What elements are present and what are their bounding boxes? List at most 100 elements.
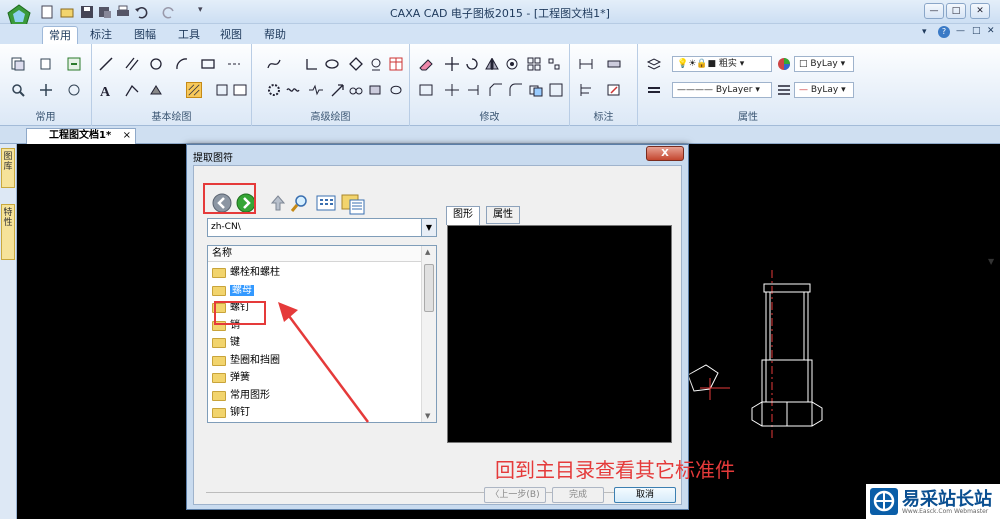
angle-icon[interactable] xyxy=(304,56,320,72)
side-tab-library[interactable]: 图库 xyxy=(1,148,15,188)
help-icon[interactable]: ? xyxy=(938,26,950,38)
hole-icon[interactable] xyxy=(368,56,384,72)
list-item[interactable]: 弹簧 xyxy=(212,369,250,386)
search-icon[interactable] xyxy=(290,193,310,213)
arrow-icon[interactable] xyxy=(330,82,346,98)
zoom-icon[interactable] xyxy=(10,82,26,98)
pan-icon[interactable] xyxy=(38,82,54,98)
stretch-icon[interactable] xyxy=(528,82,544,98)
lineweight-icon[interactable] xyxy=(776,82,792,98)
finish-button[interactable]: 完成 xyxy=(552,487,604,503)
document-tab-close-icon[interactable]: × xyxy=(123,129,131,143)
tab-common[interactable]: 常用 xyxy=(42,26,78,44)
style-dropdown-icon[interactable]: ▾ xyxy=(922,27,927,37)
tab-graphic[interactable]: 图形 xyxy=(446,206,480,225)
polyline-icon[interactable] xyxy=(124,82,140,98)
color-dropdown[interactable]: □ ByLay ▾ xyxy=(794,56,854,72)
tab-annotate[interactable]: 标注 xyxy=(84,26,118,44)
list-column-header-name[interactable]: 名称 xyxy=(208,246,422,262)
polygon-icon[interactable] xyxy=(348,56,364,72)
extend-icon[interactable] xyxy=(466,82,482,98)
lineweight-dropdown[interactable]: — ByLay ▾ xyxy=(794,82,854,98)
text-icon[interactable]: A xyxy=(98,82,114,98)
fill-icon[interactable] xyxy=(148,82,164,98)
dimension-icon[interactable] xyxy=(578,56,594,72)
ellipse-icon[interactable] xyxy=(324,56,340,72)
mdi-restore-button[interactable]: □ xyxy=(972,26,981,36)
minimize-button[interactable]: — xyxy=(924,3,944,19)
color-wheel-icon[interactable] xyxy=(776,56,792,72)
list-item[interactable]: 铆钉 xyxy=(212,404,250,421)
view-mode-icon[interactable] xyxy=(316,193,336,213)
blob-icon[interactable] xyxy=(388,82,404,98)
dialog-close-button[interactable]: X xyxy=(646,146,684,161)
chevron-down-icon[interactable]: ▼ xyxy=(421,219,436,236)
wave-icon[interactable] xyxy=(286,82,302,98)
rotate-icon[interactable] xyxy=(464,56,480,72)
list-item[interactable]: 螺栓和螺柱 xyxy=(212,264,280,281)
image-icon[interactable] xyxy=(232,82,248,98)
block-icon[interactable] xyxy=(214,82,230,98)
line-icon[interactable] xyxy=(98,56,114,72)
copy-icon[interactable] xyxy=(38,56,54,72)
mdi-close-button[interactable]: ✕ xyxy=(987,26,995,36)
list-item[interactable]: 螺母 xyxy=(212,282,254,299)
gear-icon[interactable] xyxy=(266,82,282,98)
hatch-icon[interactable] xyxy=(186,82,202,98)
list-item[interactable]: 常用图形 xyxy=(212,387,270,404)
tab-list-dropdown-icon[interactable]: ▼ xyxy=(988,257,994,266)
linewidth-value: 粗实 xyxy=(718,59,737,69)
leader-text-icon[interactable] xyxy=(606,56,622,72)
back-step-button[interactable]: 〈上一步(B) xyxy=(484,487,546,503)
centerline-icon[interactable] xyxy=(226,56,242,72)
tab-frame[interactable]: 图幅 xyxy=(128,26,162,44)
up-folder-icon[interactable] xyxy=(268,193,288,213)
tab-attributes[interactable]: 属性 xyxy=(486,206,520,224)
refresh-icon[interactable] xyxy=(66,82,82,98)
linetype-icon[interactable] xyxy=(646,82,662,98)
list-scrollbar[interactable]: ▲ ▼ xyxy=(421,246,436,422)
close-button[interactable]: ✕ xyxy=(970,3,990,19)
break-line-icon[interactable] xyxy=(308,82,324,98)
insert-object-icon[interactable] xyxy=(368,82,384,98)
scale-icon[interactable] xyxy=(504,56,520,72)
mirror-icon[interactable] xyxy=(484,56,500,72)
edit-dim-icon[interactable] xyxy=(606,82,622,98)
parallel-line-icon[interactable] xyxy=(124,56,140,72)
trim-icon[interactable] xyxy=(444,82,460,98)
rectangle-icon[interactable] xyxy=(200,56,216,72)
scroll-up-icon[interactable]: ▲ xyxy=(425,248,430,256)
erase-icon[interactable] xyxy=(418,56,434,72)
layer-dropdown[interactable]: 💡☀🔒■ 粗实 ▾ xyxy=(672,56,772,72)
layer-copy-icon[interactable] xyxy=(10,56,26,72)
tab-help[interactable]: 帮助 xyxy=(258,26,292,44)
explode-icon[interactable] xyxy=(546,56,562,72)
path-dropdown[interactable]: zh-CN\ ▼ xyxy=(207,218,437,237)
fillet-icon[interactable] xyxy=(508,82,524,98)
mdi-minimize-button[interactable]: — xyxy=(956,26,965,36)
tab-tools[interactable]: 工具 xyxy=(172,26,206,44)
tab-view[interactable]: 视图 xyxy=(214,26,248,44)
layer-icon[interactable] xyxy=(646,56,662,72)
table-icon[interactable] xyxy=(388,56,404,72)
offset-icon[interactable] xyxy=(418,82,434,98)
break-icon[interactable] xyxy=(548,82,564,98)
circle-icon[interactable] xyxy=(148,56,164,72)
list-item[interactable]: 键 xyxy=(212,334,240,351)
arc-icon[interactable] xyxy=(174,56,190,72)
document-tab[interactable]: 工程图文档1* × xyxy=(26,128,136,144)
chamfer-icon[interactable] xyxy=(488,82,504,98)
folder-view-icon[interactable] xyxy=(340,191,366,215)
linetype-dropdown[interactable]: ———— ByLayer ▾ xyxy=(672,82,772,98)
cancel-button[interactable]: 取消 xyxy=(614,487,676,503)
properties-icon[interactable] xyxy=(66,56,82,72)
coordinate-dim-icon[interactable] xyxy=(578,82,594,98)
scroll-down-icon[interactable]: ▼ xyxy=(425,412,430,420)
restore-button[interactable]: □ xyxy=(946,3,966,19)
move-icon[interactable] xyxy=(444,56,460,72)
scrollbar-thumb[interactable] xyxy=(424,264,434,312)
spline-icon[interactable] xyxy=(266,56,282,72)
cloud-icon[interactable] xyxy=(348,82,364,98)
array-icon[interactable] xyxy=(526,56,542,72)
side-tab-properties[interactable]: 特性 xyxy=(1,204,15,260)
